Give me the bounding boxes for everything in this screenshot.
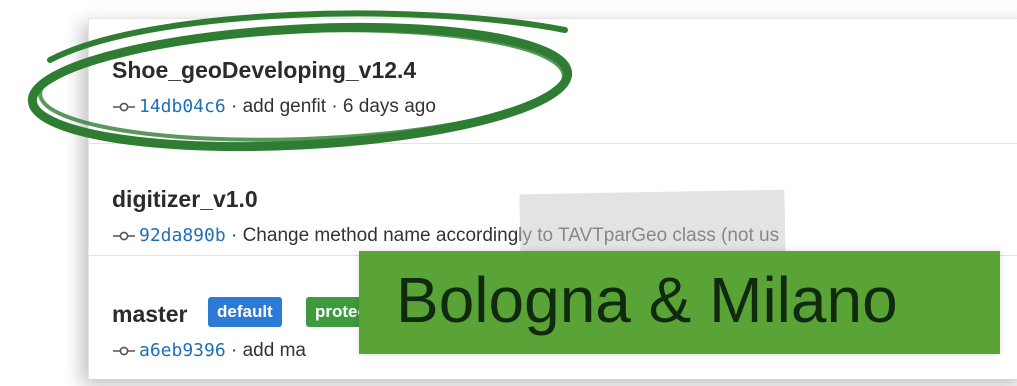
location-label: Bologna & Milano [359, 251, 1000, 354]
branch-name[interactable]: Shoe_geoDeveloping_v12.4 [112, 57, 416, 84]
default-badge: default [208, 297, 282, 327]
commit-sha-link[interactable]: a6eb9396 [139, 340, 226, 361]
commit-message: · add ma [225, 340, 306, 361]
commit-sha-link[interactable]: 92da890b [139, 225, 226, 246]
branch-name[interactable]: master [112, 301, 187, 328]
location-label-text: Bologna & Milano [396, 264, 898, 336]
commit-meta: 14db04c6 · add genfit · 6 days ago [113, 96, 436, 118]
commit-icon [113, 231, 135, 241]
commit-meta: a6eb9396 · add ma [113, 340, 306, 362]
branch-name[interactable]: digitizer_v1.0 [112, 186, 258, 213]
branch-row[interactable]: Shoe_geoDeveloping_v12.4 14db04c6 · add … [89, 19, 1017, 143]
commit-icon [113, 346, 135, 356]
commit-sha-link[interactable]: 14db04c6 [139, 96, 226, 117]
commit-icon [113, 102, 135, 112]
commit-message: · add genfit · 6 days ago [225, 96, 436, 117]
